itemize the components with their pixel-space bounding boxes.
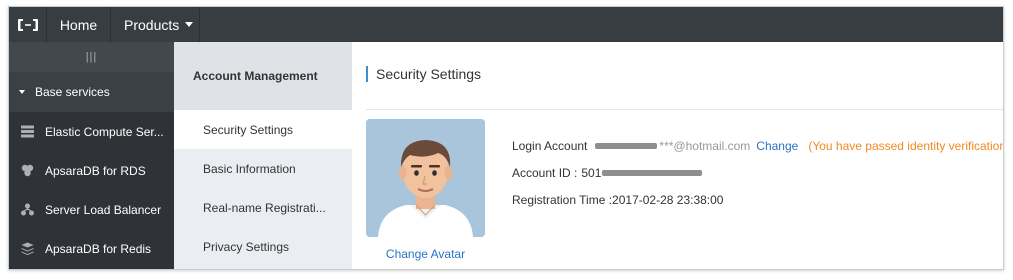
main-content: Security Settings Change Avatar Login Ac… bbox=[352, 42, 1004, 269]
server-icon bbox=[9, 125, 45, 138]
nav-home-label: Home bbox=[59, 16, 98, 33]
subnav-item-privacy-settings[interactable]: Privacy Settings bbox=[174, 227, 352, 266]
sidebar-item-slb[interactable]: Server Load Balancer bbox=[9, 190, 174, 229]
subnav-item-real-name-registration[interactable]: Real-name Registrati... bbox=[174, 188, 352, 227]
nav-products-label: Products bbox=[124, 16, 180, 33]
sidebar-item-redis[interactable]: ApsaraDB for Redis bbox=[9, 229, 174, 268]
change-avatar-link[interactable]: Change Avatar bbox=[366, 247, 485, 261]
sidebar: ||| Base services Elastic Compute Ser...… bbox=[9, 42, 174, 269]
database-icon bbox=[9, 164, 45, 177]
nav-products-dropdown[interactable]: Products bbox=[111, 7, 200, 42]
sidebar-item-label: ApsaraDB for Redis bbox=[45, 241, 152, 256]
sidebar-group-base-services[interactable]: Base services bbox=[9, 72, 174, 112]
avatar[interactable] bbox=[366, 119, 485, 237]
load-balancer-icon bbox=[9, 203, 45, 216]
sidebar-group-label: Base services bbox=[35, 85, 110, 99]
redacted-text bbox=[595, 143, 658, 149]
sidebar-collapse-handle[interactable]: ||| bbox=[9, 42, 174, 72]
redacted-text bbox=[602, 170, 703, 176]
header-divider bbox=[366, 109, 1003, 110]
sidebar-item-label: ApsaraDB for RDS bbox=[45, 163, 146, 178]
sidebar-item-rds[interactable]: ApsaraDB for RDS bbox=[9, 151, 174, 190]
nav-home[interactable]: Home bbox=[47, 7, 111, 42]
registration-time-value: 2017-02-28 23:38:00 bbox=[612, 193, 724, 207]
handle-icon: ||| bbox=[85, 51, 98, 63]
login-account-label: Login Account bbox=[512, 139, 588, 153]
page-title: Security Settings bbox=[366, 66, 481, 82]
account-id-value: 501 bbox=[581, 166, 602, 180]
subnav-title: Account Management bbox=[174, 42, 352, 110]
account-id-row: Account ID : 501 bbox=[512, 166, 703, 180]
caret-down-icon bbox=[19, 90, 25, 94]
top-navigation-bar: Home Products bbox=[9, 7, 1003, 42]
verification-status: (You have passed identity verification) bbox=[808, 139, 1004, 153]
account-id-label: Account ID : bbox=[512, 166, 578, 180]
sidebar-item-label: Server Load Balancer bbox=[45, 202, 162, 217]
alibaba-cloud-logo-icon[interactable] bbox=[9, 7, 47, 42]
subnav-item-basic-information[interactable]: Basic Information bbox=[174, 149, 352, 188]
change-account-link[interactable]: Change bbox=[756, 139, 798, 153]
login-account-row: Login Account ***@hotmail.com Change (Yo… bbox=[512, 139, 1004, 153]
redis-icon bbox=[9, 242, 45, 255]
chevron-down-icon bbox=[185, 22, 194, 27]
registration-time-label: Registration Time : bbox=[512, 193, 613, 207]
console-window: Home Products ||| Base services Elastic … bbox=[8, 6, 1004, 270]
sidebar-item-ecs[interactable]: Elastic Compute Ser... bbox=[9, 112, 174, 151]
sidebar-item-label: Elastic Compute Ser... bbox=[45, 124, 164, 139]
account-subnav: Account Management Security Settings Bas… bbox=[174, 42, 352, 269]
login-account-value: ***@hotmail.com bbox=[659, 139, 751, 153]
registration-time-row: Registration Time : 2017-02-28 23:38:00 bbox=[512, 193, 723, 207]
subnav-item-security-settings[interactable]: Security Settings bbox=[174, 110, 352, 149]
